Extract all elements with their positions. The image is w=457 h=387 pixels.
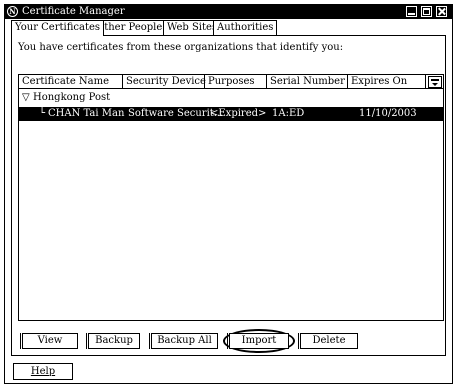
cell-expires-on: 11/10/2003 — [359, 108, 417, 119]
column-header-purposes[interactable]: Purposes — [205, 75, 267, 89]
tab-your-certificates[interactable]: Your Certificates — [11, 20, 105, 36]
tab-authorities[interactable]: Authorities — [213, 20, 278, 35]
window-title: Certificate Manager — [22, 6, 125, 17]
backup-all-button[interactable]: Backup All — [149, 333, 218, 349]
help-button[interactable]: Help — [13, 363, 73, 380]
close-icon[interactable] — [436, 6, 447, 17]
maximize-icon[interactable] — [421, 6, 432, 17]
tree-group-hongkong-post[interactable]: ▽ Hongkong Post — [19, 91, 219, 105]
group-label: Hongkong Post — [33, 92, 111, 103]
column-header-certificate-name[interactable]: Certificate Name — [19, 75, 123, 89]
table-row-selected[interactable]: └ CHAN Tai Man Software Securit... <Expi… — [19, 107, 443, 121]
minimize-icon[interactable] — [406, 6, 417, 17]
column-header-serial-number[interactable]: Serial Number — [267, 75, 348, 89]
view-button[interactable]: View — [20, 333, 78, 349]
cell-serial-number: 1A:ED — [272, 108, 305, 119]
title-bar[interactable]: N Certificate Manager — [4, 4, 453, 19]
backup-button[interactable]: Backup — [86, 333, 140, 349]
app-icon: N — [7, 6, 18, 17]
import-button[interactable]: Import — [227, 333, 289, 349]
tree-branch-icon: └ — [39, 108, 46, 119]
tab-other-peoples[interactable]: Other People's — [92, 20, 175, 35]
column-header-security-device[interactable]: Security Device — [123, 75, 206, 89]
expand-triangle-icon[interactable]: ▽ — [22, 91, 30, 105]
intro-text: You have certificates from these organiz… — [18, 42, 344, 53]
help-label: Help — [30, 366, 56, 377]
cell-certificate-name: CHAN Tai Man — [48, 108, 125, 119]
column-header-expires-on[interactable]: Expires On — [348, 75, 426, 89]
column-picker-icon[interactable] — [428, 76, 442, 88]
cell-purposes: <Expired> — [210, 108, 267, 119]
delete-button[interactable]: Delete — [298, 333, 358, 349]
